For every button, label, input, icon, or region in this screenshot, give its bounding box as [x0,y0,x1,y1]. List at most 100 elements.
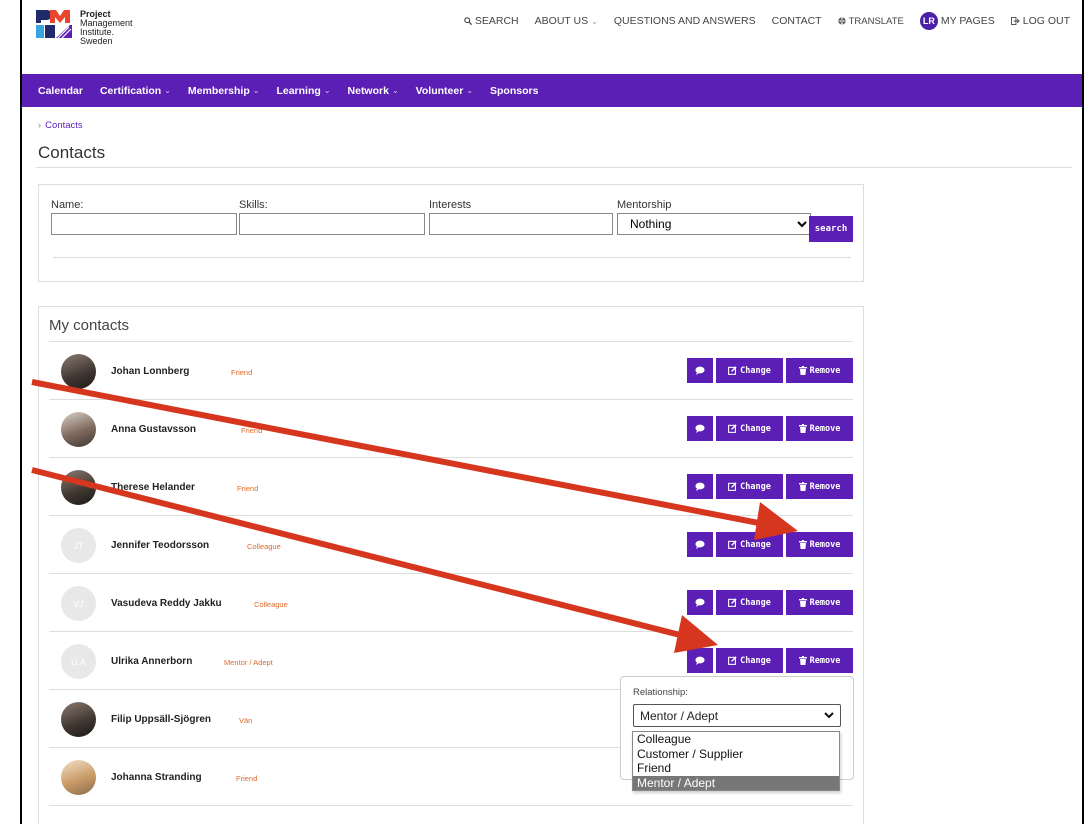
nav-membership[interactable]: Membership ⌄ [188,85,260,97]
divider [53,257,851,258]
remove-label: Remove [809,481,841,492]
relationship-option[interactable]: Friend [633,761,839,776]
relationship-option[interactable]: Customer / Supplier [633,747,839,762]
message-button[interactable] [687,474,713,499]
chevron-down-icon [824,712,834,719]
message-button[interactable] [687,590,713,615]
name-field-group: Name: [51,199,237,235]
interests-input[interactable] [429,213,613,235]
relationship-tag: Vän [239,716,253,725]
logo-text: Project Management Institute. Sweden [80,10,133,46]
contact-link[interactable]: CONTACT [772,15,822,27]
main-navigation: Calendar Certification ⌄ Membership ⌄ Lear… [22,74,1082,107]
nav-label: Sponsors [490,84,539,97]
relationship-select[interactable]: Mentor / Adept [633,704,841,727]
contact-name[interactable]: Johan Lonnberg [111,366,189,377]
trash-icon [798,598,807,607]
remove-button[interactable]: Remove [786,358,853,383]
remove-button[interactable]: Remove [786,590,853,615]
edit-icon [728,656,737,665]
nav-learning[interactable]: Learning ⌄ [276,85,330,97]
nav-certification[interactable]: Certification ⌄ [100,85,171,97]
change-button[interactable]: Change [716,648,783,673]
remove-label: Remove [809,539,841,550]
nav-volunteer[interactable]: Volunteer ⌄ [416,85,473,97]
search-button[interactable]: search [809,216,853,242]
change-button[interactable]: Change [716,590,783,615]
message-button[interactable] [687,532,713,557]
relationship-option-selected[interactable]: Mentor / Adept [633,775,839,790]
logo-line: Sweden [80,36,113,46]
contact-name[interactable]: Johanna Stranding [111,772,202,783]
top-header: Project Management Institute. Sweden SEA… [22,0,1082,46]
logout-icon [1010,17,1020,25]
contact-avatar [61,354,96,389]
nav-label: Membership [187,84,250,97]
about-us-label: ABOUT US [534,15,589,27]
change-button[interactable]: Change [716,416,783,441]
message-button[interactable] [687,416,713,441]
message-button[interactable] [687,358,713,383]
chevron-down-icon: ⌄ [323,86,331,95]
remove-button[interactable]: Remove [786,532,853,557]
contact-row: Johan Lonnberg Friend Change Remove [49,342,853,400]
change-button[interactable]: Change [716,532,783,557]
my-contacts-heading: My contacts [49,317,130,334]
change-button[interactable]: Change [716,358,783,383]
relationship-option[interactable]: Colleague [633,732,839,747]
nav-sponsors[interactable]: Sponsors [490,85,538,97]
about-us-link[interactable]: ABOUT US ⌄ [535,15,598,27]
contact-row: JT Jennifer Teodorsson Colleague Change Remo… [49,516,853,574]
contact-name[interactable]: Ulrika Annerborn [111,656,192,667]
search-link[interactable]: SEARCH [464,15,519,27]
contact-name[interactable]: Vasudeva Reddy Jakku [111,598,222,609]
nav-calendar[interactable]: Calendar [38,85,83,97]
relationship-options-list: Colleague Customer / Supplier Friend Men… [632,731,840,791]
chevron-right-icon: › [38,120,42,131]
contact-name[interactable]: Jennifer Teodorsson [111,540,209,551]
contact-name[interactable]: Anna Gustavsson [111,424,196,435]
relationship-tag: Friend [231,368,253,377]
contact-actions: Change Remove [687,648,853,673]
nav-label: Learning [276,84,321,97]
search-icon [464,17,472,25]
trash-icon [798,482,807,491]
questions-and-answers-link[interactable]: QUESTIONS AND ANSWERS [614,15,756,27]
remove-button[interactable]: Remove [786,474,853,499]
chat-bubble-icon [695,656,705,665]
chat-bubble-icon [695,424,705,433]
contact-avatar [61,412,96,447]
nav-label: Network [347,84,389,97]
contact-actions: Change Remove [687,416,853,441]
name-input[interactable] [51,213,237,235]
skills-input[interactable] [239,213,425,235]
skills-field-group: Skills: [239,199,425,235]
user-avatar: LR [919,12,938,30]
breadcrumb-contacts[interactable]: Contacts [45,120,83,131]
remove-label: Remove [809,365,841,376]
contact-avatar [61,470,96,505]
remove-button[interactable]: Remove [786,648,853,673]
nav-network[interactable]: Network ⌄ [348,85,399,97]
contact-actions: Change Remove [687,532,853,557]
contact-avatar [61,760,96,795]
message-button[interactable] [687,648,713,673]
remove-button[interactable]: Remove [786,416,853,441]
translate-link[interactable]: TRANSLATE [837,16,904,27]
relationship-tag: Friend [241,426,263,435]
logout-link[interactable]: LOG OUT [1010,15,1070,27]
pmi-logo[interactable]: Project Management Institute. Sweden [36,10,133,46]
mentorship-select[interactable]: Nothing [617,213,811,235]
my-pages-link[interactable]: LR MY PAGES [919,12,995,30]
change-label: Change [740,365,771,376]
trash-icon [798,656,807,665]
contact-label: CONTACT [771,15,822,27]
chat-bubble-icon [695,482,705,491]
change-button[interactable]: Change [716,474,783,499]
contact-avatar [61,702,96,737]
contact-name[interactable]: Filip Uppsäll-Sjögren [111,714,211,725]
interests-field-group: Interests [429,199,613,235]
interests-label: Interests [429,199,472,211]
contact-name[interactable]: Therese Helander [111,482,195,493]
contact-row: VJ Vasudeva Reddy Jakku Colleague Change Rem… [49,574,853,632]
